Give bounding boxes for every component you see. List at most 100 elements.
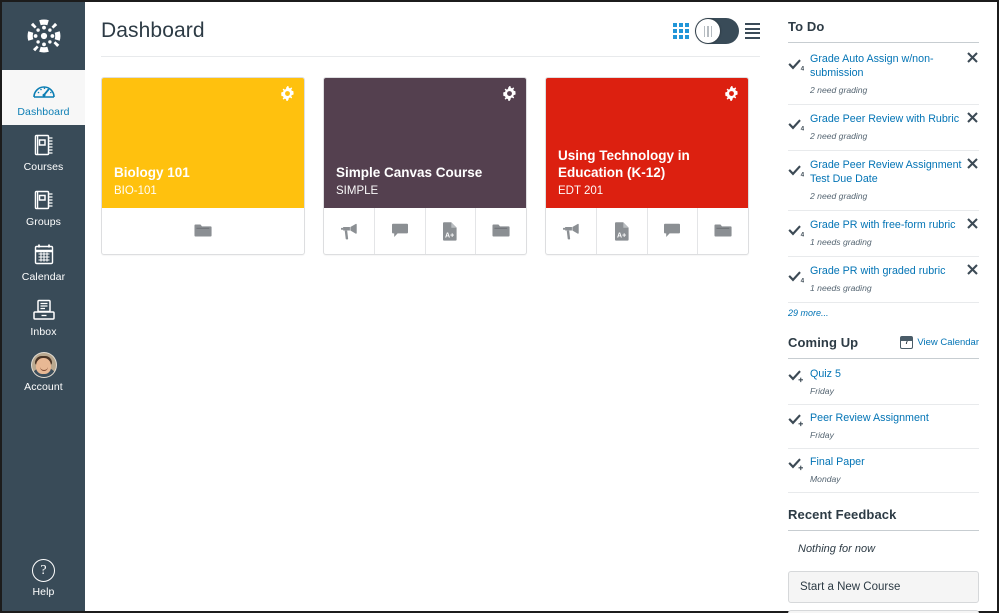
close-icon[interactable] [966, 217, 979, 230]
dashboard-view-controls [673, 18, 760, 44]
dashboard-view-toggle[interactable] [695, 18, 739, 44]
course-card-code: SIMPLE [336, 185, 379, 197]
todo-item-link[interactable]: Grade PR with free-form rubric [810, 218, 965, 232]
files-folder-icon[interactable] [697, 208, 748, 254]
course-card-title[interactable]: Using Technology in Education (K-12) [558, 147, 736, 181]
sidebar-item-courses[interactable]: Courses [2, 125, 85, 180]
list-item: 4 Grade Peer Review with Rubric 2 need g… [788, 105, 979, 151]
course-card-header: Using Technology in Education (K-12) EDT… [546, 78, 748, 208]
todo-item-link[interactable]: Grade Peer Review with Rubric [810, 112, 965, 126]
todo-item-link[interactable]: Grade Peer Review Assignment Test Due Da… [810, 158, 965, 186]
close-icon[interactable] [966, 51, 979, 64]
assignments-document-icon[interactable]: A+ [595, 208, 647, 254]
groups-book-icon [31, 187, 57, 213]
course-card[interactable]: Simple Canvas Course SIMPLE A+ [323, 77, 527, 255]
svg-text:4: 4 [801, 66, 804, 72]
list-item: Final Paper Monday [788, 449, 979, 493]
toggle-knob [696, 19, 720, 43]
coming-up-item-date: Friday [810, 430, 834, 440]
recent-feedback-heading: Recent Feedback [788, 507, 897, 522]
assignments-document-icon[interactable]: A+ [424, 208, 476, 254]
close-icon[interactable] [966, 263, 979, 276]
sidebar-item-help[interactable]: ? Help [2, 550, 85, 605]
assignment-check-icon [788, 411, 804, 432]
todo-item-link[interactable]: Grade PR with graded rubric [810, 264, 965, 278]
sidebar-item-calendar[interactable]: Calendar [2, 235, 85, 290]
course-card-code: EDT 201 [558, 185, 604, 197]
course-card-title[interactable]: Simple Canvas Course [336, 164, 514, 181]
needs-grading-icon: 4 [788, 52, 805, 77]
discussions-bubble-icon[interactable] [646, 208, 698, 254]
canvas-logo[interactable] [2, 2, 85, 70]
coming-up-item-link[interactable]: Quiz 5 [810, 367, 965, 381]
todo-header: To Do [788, 19, 979, 43]
calendar-icon [31, 242, 57, 268]
assignment-check-icon [788, 367, 804, 388]
coming-up-header: Coming Up 7 View Calendar [788, 335, 979, 359]
sidebar-item-dashboard[interactable]: Dashboard [2, 70, 85, 125]
list-view-icon[interactable] [745, 23, 760, 39]
course-card-title[interactable]: Biology 101 [114, 164, 292, 181]
sidebar-item-label: Inbox [30, 326, 57, 338]
sidebar-item-label: Help [32, 586, 55, 598]
inbox-tray-icon [31, 297, 57, 323]
svg-text:A+: A+ [445, 232, 454, 239]
recent-feedback-section: Recent Feedback Nothing for now Start a … [788, 507, 979, 613]
grid-view-icon[interactable] [673, 23, 689, 39]
todo-item-subtitle: 1 needs grading [810, 237, 872, 247]
start-new-course-button[interactable]: Start a New Course [788, 571, 979, 603]
gear-icon[interactable] [280, 86, 295, 101]
list-item: 4 Grade PR with free-form rubric 1 needs… [788, 211, 979, 257]
coming-up-list: Quiz 5 Friday Peer Review Assignment Fri… [788, 361, 979, 493]
todo-list: 4 Grade Auto Assign w/non-submission 2 n… [788, 45, 979, 303]
svg-text:4: 4 [801, 126, 804, 132]
course-card-header: Biology 101 BIO-101 [102, 78, 304, 208]
list-item: Peer Review Assignment Friday [788, 405, 979, 449]
account-avatar-icon [30, 352, 57, 378]
todo-item-link[interactable]: Grade Auto Assign w/non-submission [810, 52, 965, 80]
course-card[interactable]: Biology 101 BIO-101 [101, 77, 305, 255]
needs-grading-icon: 4 [788, 264, 805, 289]
todo-item-subtitle: 2 need grading [810, 131, 868, 141]
canvas-logo-icon [27, 19, 60, 53]
svg-text:A+: A+ [617, 232, 626, 239]
files-folder-icon[interactable] [475, 208, 526, 254]
needs-grading-icon: 4 [788, 112, 805, 137]
sidebar-item-groups[interactable]: Groups [2, 180, 85, 235]
todo-item-subtitle: 2 need grading [810, 191, 868, 201]
list-item: 4 Grade Auto Assign w/non-submission 2 n… [788, 45, 979, 105]
svg-text:4: 4 [801, 232, 804, 238]
coming-up-item-link[interactable]: Final Paper [810, 455, 965, 469]
todo-heading: To Do [788, 19, 825, 34]
courses-book-icon [31, 132, 57, 158]
question-circle-icon: ? [31, 557, 57, 583]
svg-text:4: 4 [801, 278, 804, 284]
discussions-bubble-icon[interactable] [373, 208, 425, 254]
sidebar-item-inbox[interactable]: Inbox [2, 290, 85, 345]
page-title: Dashboard [101, 19, 205, 42]
assignment-check-icon [788, 455, 804, 476]
files-folder-icon[interactable] [102, 208, 304, 254]
needs-grading-icon: 4 [788, 218, 805, 243]
close-icon[interactable] [966, 111, 979, 124]
view-calendar-link[interactable]: 7 View Calendar [900, 336, 979, 349]
sidebar-item-label: Dashboard [17, 106, 70, 118]
dashboard-main: Dashboard Biology 101 BIO-101 Simple Can… [85, 2, 782, 611]
announcements-megaphone-icon[interactable] [324, 208, 374, 254]
svg-text:4: 4 [801, 172, 804, 178]
course-card-actions: A+ [324, 208, 526, 254]
course-card-code: BIO-101 [114, 185, 157, 197]
course-card[interactable]: Using Technology in Education (K-12) EDT… [545, 77, 749, 255]
close-icon[interactable] [966, 157, 979, 170]
todo-more-link[interactable]: 29 more... [788, 308, 829, 318]
announcements-megaphone-icon[interactable] [546, 208, 596, 254]
dashboard-gauge-icon [31, 77, 57, 103]
coming-up-item-link[interactable]: Peer Review Assignment [810, 411, 965, 425]
list-item: Quiz 5 Friday [788, 361, 979, 405]
dashboard-right-sidebar: To Do 4 Grade Auto Assign w/non-submissi… [782, 2, 997, 613]
sidebar-item-account[interactable]: Account [2, 345, 85, 400]
gear-icon[interactable] [724, 86, 739, 101]
todo-item-subtitle: 1 needs grading [810, 283, 872, 293]
coming-up-item-date: Friday [810, 386, 834, 396]
gear-icon[interactable] [502, 86, 517, 101]
